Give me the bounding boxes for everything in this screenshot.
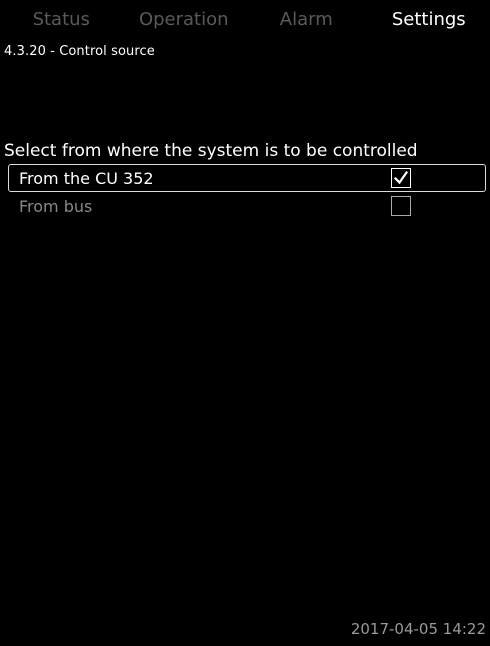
tab-alarm-label: Alarm <box>279 8 333 30</box>
datetime-display: 2017-04-05 14:22 <box>350 620 486 638</box>
option-label: From the CU 352 <box>19 168 154 188</box>
option-from-cu-352[interactable]: From the CU 352 <box>8 164 486 192</box>
instruction-text: Select from where the system is to be co… <box>4 141 418 161</box>
tab-alarm[interactable]: Alarm <box>245 0 368 38</box>
option-from-bus[interactable]: From bus <box>8 192 486 220</box>
tab-bar: Status Operation Alarm Settings <box>0 0 490 38</box>
tab-settings-label: Settings <box>391 8 466 30</box>
tab-operation-label: Operation <box>138 8 229 30</box>
checkmark-icon <box>393 170 409 185</box>
checkbox-unchecked[interactable] <box>391 196 411 216</box>
tab-operation[interactable]: Operation <box>122 0 245 38</box>
option-label: From bus <box>19 196 93 216</box>
tab-status[interactable]: Status <box>0 0 123 38</box>
breadcrumb: 4.3.20 - Control source <box>4 44 155 59</box>
tab-status-label: Status <box>32 8 90 30</box>
tab-settings[interactable]: Settings <box>367 0 490 38</box>
options-list: From the CU 352 From bus <box>8 164 486 220</box>
checkbox-checked[interactable] <box>391 168 411 188</box>
